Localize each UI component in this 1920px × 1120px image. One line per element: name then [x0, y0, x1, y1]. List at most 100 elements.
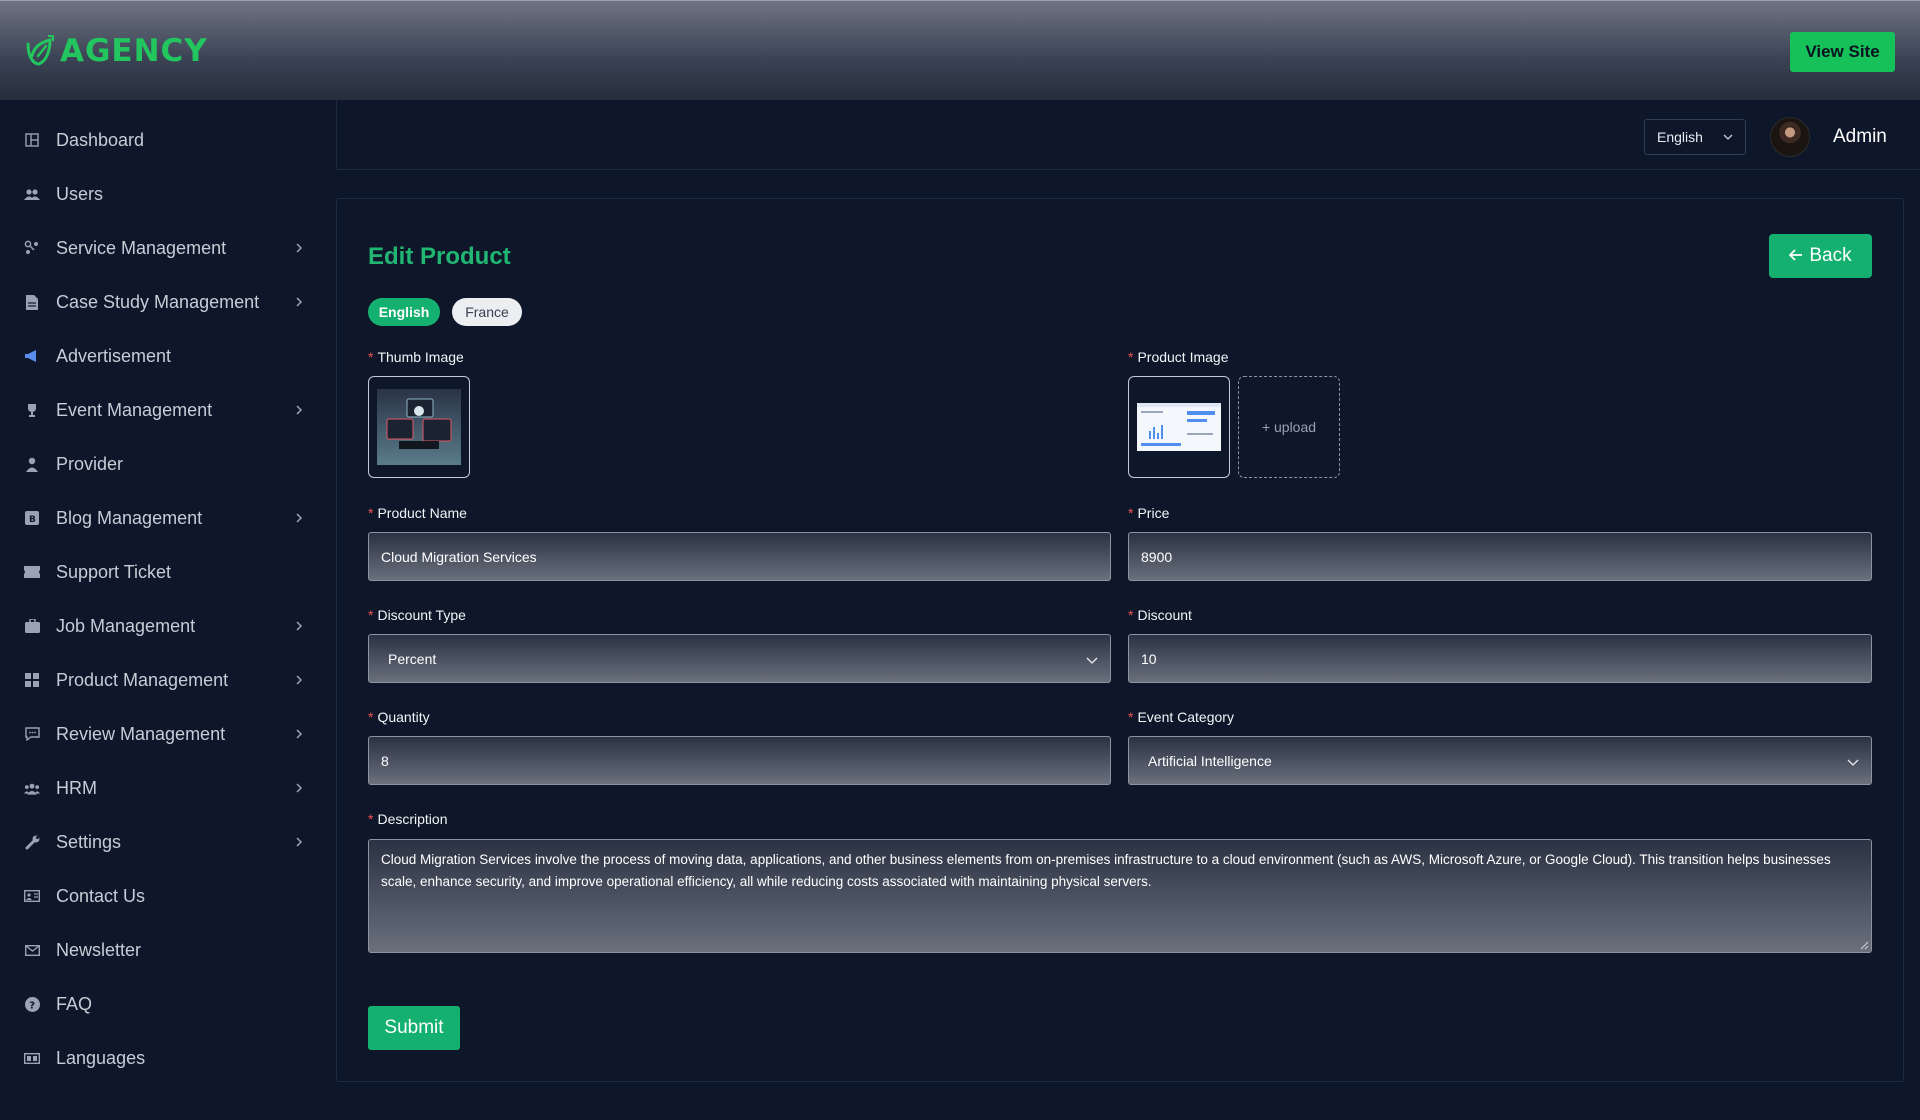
sidebar-item-label: FAQ	[56, 993, 93, 1014]
description-textarea[interactable]: Cloud Migration Services involve the pro…	[368, 839, 1872, 953]
sidebar-item-advertisement[interactable]: Advertisement	[0, 334, 336, 378]
avatar[interactable]	[1770, 117, 1810, 157]
required-marker: *	[368, 349, 374, 365]
required-marker: *	[1128, 349, 1134, 365]
product-name-label-text: Product Name	[377, 505, 467, 521]
brand-logo[interactable]: AGENCY	[22, 33, 208, 69]
description-value: Cloud Migration Services involve the pro…	[381, 852, 1831, 889]
document-icon	[24, 294, 40, 310]
language-select[interactable]: English	[1644, 119, 1746, 155]
chevron-right-icon	[296, 405, 303, 415]
sidebar-item-case-study-management[interactable]: Case Study Management	[0, 280, 336, 324]
team-icon	[24, 780, 40, 796]
chevron-right-icon	[296, 621, 303, 631]
discount-label-text: Discount	[1137, 607, 1192, 623]
sidebar-item-label: Job Management	[56, 615, 196, 636]
product-name-label: * Product Name	[368, 505, 467, 521]
language-icon	[24, 1050, 40, 1066]
sidebar-item-service-management[interactable]: Service Management	[0, 226, 336, 270]
sidebar-item-support-ticket[interactable]: Support Ticket	[0, 550, 336, 594]
sidebar-item-blog-management[interactable]: B Blog Management	[0, 496, 336, 540]
briefcase-icon	[24, 618, 40, 634]
quantity-label: * Quantity	[368, 709, 430, 725]
sidebar-item-contact-us[interactable]: Contact Us	[0, 874, 336, 918]
required-marker: *	[368, 505, 374, 521]
discount-input[interactable]: 10	[1128, 634, 1872, 683]
sidebar-item-label: HRM	[56, 777, 97, 798]
required-marker: *	[1128, 709, 1134, 725]
language-select-value: English	[1657, 129, 1703, 145]
description-label: * Description	[368, 811, 447, 827]
quantity-label-text: Quantity	[377, 709, 430, 725]
wrench-icon	[24, 834, 40, 850]
resize-handle-icon[interactable]	[1859, 940, 1869, 950]
language-tab-france[interactable]: France	[452, 298, 522, 326]
sidebar-item-label: Advertisement	[56, 345, 172, 366]
thumb-image-label: * Thumb Image	[368, 349, 464, 365]
product-name-input[interactable]: Cloud Migration Services	[368, 532, 1111, 581]
sidebar-item-label: Product Management	[56, 669, 229, 690]
price-label-text: Price	[1137, 505, 1170, 521]
sidebar-item-provider[interactable]: Provider	[0, 442, 336, 486]
discount-type-value: Percent	[388, 650, 437, 667]
grid-icon	[24, 672, 40, 688]
sidebar-item-label: Languages	[56, 1047, 146, 1068]
sidebar-item-label: Users	[56, 183, 104, 204]
price-label: * Price	[1128, 505, 1169, 521]
sidebar-item-newsletter[interactable]: Newsletter	[0, 928, 336, 972]
event-category-select[interactable]: Artificial Intelligence	[1128, 736, 1872, 785]
sidebar-item-label: Contact Us	[56, 885, 146, 906]
event-category-label-text: Event Category	[1137, 709, 1234, 725]
users-icon	[24, 186, 40, 202]
sidebar-item-label: Review Management	[56, 723, 226, 744]
thumb-image-picture	[377, 389, 461, 465]
chevron-right-icon	[296, 513, 303, 523]
sidebar-item-settings[interactable]: Settings	[0, 820, 336, 864]
sidebar-item-review-management[interactable]: Review Management	[0, 712, 336, 756]
chevron-right-icon	[296, 675, 303, 685]
discount-type-select[interactable]: Percent	[368, 634, 1111, 683]
product-image-label: * Product Image	[1128, 349, 1229, 365]
svg-text:B: B	[29, 515, 36, 525]
thumb-image-label-text: Thumb Image	[377, 349, 464, 365]
thumb-image-preview[interactable]	[368, 376, 470, 478]
event-category-value: Artificial Intelligence	[1148, 752, 1272, 769]
sidebar-item-job-management[interactable]: Job Management	[0, 604, 336, 648]
services-icon	[24, 240, 40, 256]
description-label-text: Description	[377, 811, 448, 827]
product-image-picture	[1137, 403, 1221, 451]
sidebar-item-hrm[interactable]: HRM	[0, 766, 336, 810]
required-marker: *	[1128, 505, 1134, 521]
product-image-preview[interactable]	[1128, 376, 1230, 478]
svg-text:?: ?	[29, 1000, 35, 1011]
dashboard-icon	[24, 132, 40, 148]
chevron-down-icon	[1086, 657, 1098, 664]
sidebar-item-languages[interactable]: Languages	[0, 1036, 336, 1080]
chevron-right-icon	[296, 837, 303, 847]
discount-type-label-text: Discount Type	[377, 607, 466, 623]
quantity-input[interactable]: 8	[368, 736, 1111, 785]
sidebar-item-label: Dashboard	[56, 129, 145, 150]
back-button[interactable]: Back	[1769, 234, 1872, 278]
question-icon: ?	[24, 996, 40, 1012]
upload-button[interactable]: + upload	[1238, 376, 1340, 478]
submit-button[interactable]: Submit	[368, 1006, 460, 1050]
sidebar-item-dashboard[interactable]: Dashboard	[0, 118, 336, 162]
required-marker: *	[368, 607, 374, 623]
sidebar: Dashboard Users Service Management Case …	[0, 100, 336, 1120]
sidebar-item-label: Service Management	[56, 237, 227, 258]
sidebar-item-label: Provider	[56, 453, 124, 474]
megaphone-icon	[24, 348, 40, 364]
view-site-button[interactable]: View Site	[1790, 32, 1895, 72]
sidebar-item-faq[interactable]: ? FAQ	[0, 982, 336, 1026]
sidebar-item-event-management[interactable]: Event Management	[0, 388, 336, 432]
user-name[interactable]: Admin	[1833, 126, 1887, 148]
arrow-left-icon	[1789, 245, 1803, 267]
required-marker: *	[368, 811, 374, 827]
person-icon	[24, 456, 40, 472]
chevron-down-icon	[1847, 759, 1859, 766]
sidebar-item-product-management[interactable]: Product Management	[0, 658, 336, 702]
price-input[interactable]: 8900	[1128, 532, 1872, 581]
sidebar-item-users[interactable]: Users	[0, 172, 336, 216]
language-tab-english[interactable]: English	[368, 298, 440, 326]
